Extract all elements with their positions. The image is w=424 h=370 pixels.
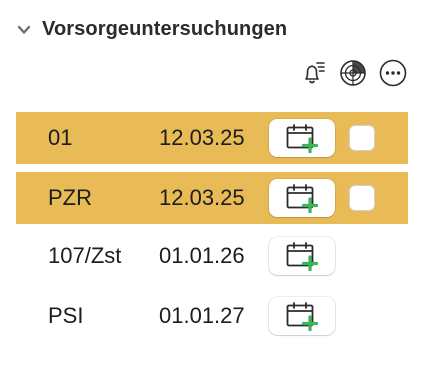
list-item: PZR 12.03.25 (16, 172, 408, 224)
checkup-name: 01 (48, 125, 73, 150)
list-item: 01 12.03.25 (16, 112, 408, 164)
more-ellipsis-icon[interactable] (378, 58, 408, 88)
calendar-add-button[interactable] (269, 179, 335, 217)
checkup-date: 12.03.25 (159, 185, 245, 210)
list-item: PSI 01.01.27 (16, 292, 408, 340)
checkup-name: 107/Zst (48, 243, 122, 268)
calendar-add-button[interactable] (269, 237, 335, 275)
list-item: 107/Zst 01.01.26 (16, 232, 408, 280)
calendar-add-icon (286, 184, 319, 213)
checkup-date: 01.01.26 (159, 243, 245, 268)
calendar-add-icon (286, 124, 319, 153)
calendar-add-button[interactable] (269, 297, 335, 335)
chevron-down-icon[interactable] (16, 22, 32, 38)
toolbar (298, 58, 408, 88)
section-title: Vorsorgeuntersuchungen (42, 18, 288, 40)
calendar-add-button[interactable] (269, 119, 335, 157)
radar-globe-icon[interactable] (338, 58, 368, 88)
checkup-name: PZR (48, 185, 92, 210)
done-checkbox[interactable] (349, 125, 375, 151)
bell-list-icon[interactable] (298, 58, 328, 88)
checkup-list: 01 12.03.25 PZR 12.03.25 107/Zst 01.01.2… (16, 112, 408, 352)
section-header[interactable]: Vorsorgeuntersuchungen (16, 18, 287, 41)
checkup-date: 12.03.25 (159, 125, 245, 150)
checkup-name: PSI (48, 303, 84, 328)
done-checkbox[interactable] (349, 185, 375, 211)
calendar-add-icon (286, 242, 319, 271)
calendar-add-icon (286, 302, 319, 331)
checkup-date: 01.01.27 (159, 303, 245, 328)
